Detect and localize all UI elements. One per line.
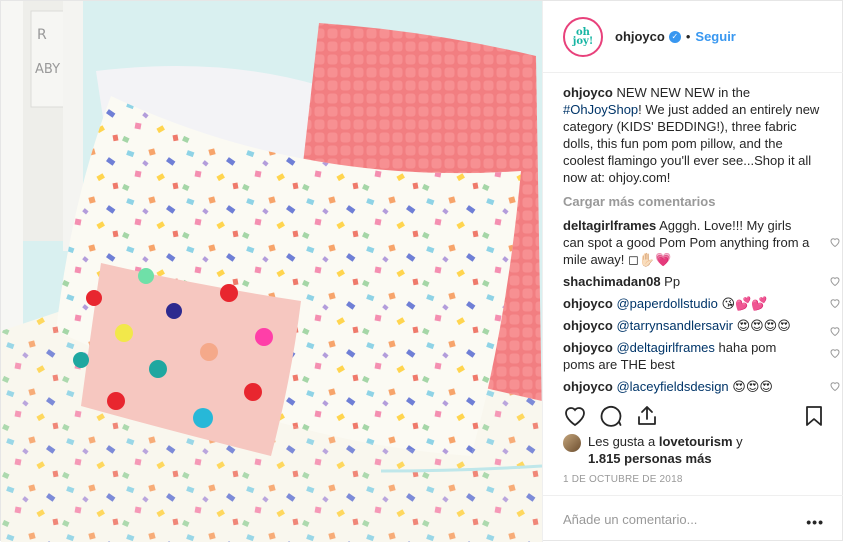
comment-item: ohjoyco @deltagirlframes haha pom poms a… [563,339,840,373]
more-options-icon[interactable]: ••• [806,514,824,530]
avatar-logo: oh joy! [567,20,599,53]
comment-mention[interactable]: @tarrynsandlersavir [613,318,733,333]
comment-bubble-icon[interactable] [599,404,623,428]
comment-username[interactable]: ohjoyco [563,296,613,311]
comment-text: 😍😍😍 [728,379,773,394]
add-comment-box: ••• [543,495,843,542]
username-link[interactable]: ohjoyco [615,29,665,44]
comment-input[interactable] [563,511,793,527]
follow-button[interactable]: Seguir [695,29,735,44]
comment-mention[interactable]: @paperdollstudio [613,296,717,311]
comment-item: shachimadan08 Pp [563,273,840,290]
separator-dot: • [685,29,691,44]
post-header: oh joy! ohjoyco ✓ • Seguir [543,1,843,73]
comment-item: ohjoyco @paperdollstudio 😘💕💕 [563,295,840,312]
like-comment-heart-icon[interactable] [829,347,841,359]
post-photo[interactable]: R ABY [1,1,542,542]
share-icon[interactable] [635,404,659,428]
comment-username[interactable]: ohjoyco [563,379,613,394]
likes-summary: Les gusta a lovetourism y 1.815 personas… [563,433,833,467]
like-comment-heart-icon[interactable] [829,380,841,392]
comment-username[interactable]: shachimadan08 [563,274,661,289]
comments-list[interactable]: ohjoyco NEW NEW NEW in the #OhJoyShop! W… [543,74,843,397]
comment-mention[interactable]: @deltagirlframes [613,340,714,355]
caption-text-1: NEW NEW NEW in the [612,85,751,100]
liker-avatar[interactable] [563,434,581,452]
bookmark-icon[interactable] [802,404,826,428]
comment-username[interactable]: ohjoyco [563,340,613,355]
comment-mention[interactable]: @laceyfieldsdesign [613,379,728,394]
like-heart-icon[interactable] [563,404,587,428]
action-bar [543,398,843,438]
like-comment-heart-icon[interactable] [829,297,841,309]
post-date[interactable]: 1 DE OCTUBRE DE 2018 [563,474,683,485]
bedding-photo: R ABY [1,1,542,542]
comment-username[interactable]: ohjoyco [563,318,613,333]
comment-item: ohjoyco @laceyfieldsdesign 😍😍😍 [563,378,840,395]
instagram-post: R ABY oh joy! ohjoyco ✓ • Seguir ohjoyco… [0,0,843,542]
like-comment-heart-icon[interactable] [829,275,841,287]
avatar[interactable]: oh joy! [563,16,603,57]
likes-count-link[interactable]: 1.815 personas más [588,451,712,466]
liker-username[interactable]: lovetourism [659,434,733,449]
comment-username[interactable]: deltagirlframes [563,218,656,233]
post-side-panel: oh joy! ohjoyco ✓ • Seguir ohjoyco NEW N… [542,1,843,542]
comment-text: 😍😍😍😍 [732,318,791,333]
likes-middle: y [732,434,743,449]
comment-item: deltagirlframes Agggh. Love!!! My girls … [563,217,840,268]
likes-prefix: Les gusta a [588,434,659,449]
comment-text: 😘💕💕 [717,296,768,311]
likes-text: Les gusta a lovetourism y 1.815 personas… [588,433,743,467]
svg-text:ABY: ABY [35,62,60,77]
post-caption: ohjoyco NEW NEW NEW in the #OhJoyShop! W… [563,84,825,186]
like-comment-heart-icon[interactable] [829,236,841,248]
svg-text:R: R [37,27,47,43]
caption-hashtag[interactable]: #OhJoyShop [563,102,638,117]
load-more-comments-button[interactable]: Cargar más comentarios [563,194,828,209]
comment-text: Pp [660,274,681,289]
verified-badge-icon: ✓ [668,30,681,43]
caption-username[interactable]: ohjoyco [563,85,613,100]
comment-item: ohjoyco @tarrynsandlersavir 😍😍😍😍 [563,317,840,337]
like-comment-heart-icon[interactable] [829,325,841,337]
